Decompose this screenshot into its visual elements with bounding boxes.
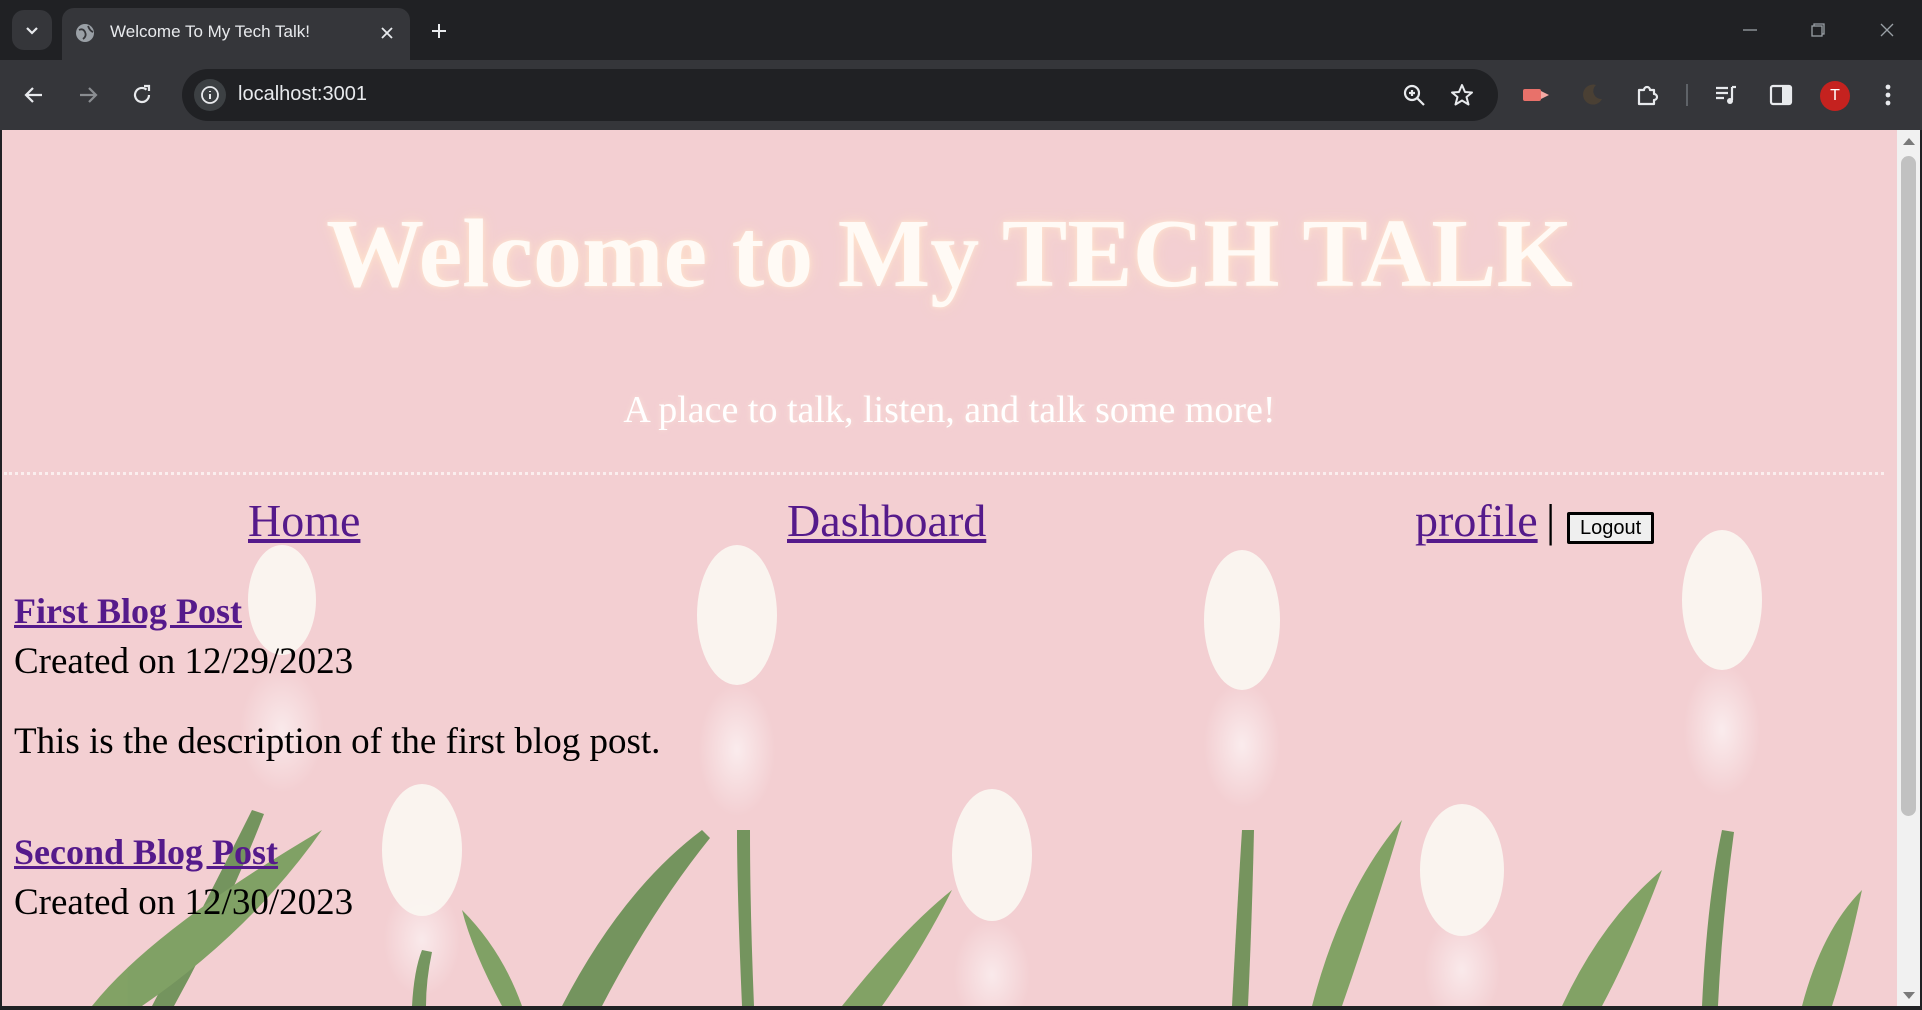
post-description: This is the description of the first blo… bbox=[14, 721, 661, 762]
blog-post: First Blog Post Created on 12/29/2023 Th… bbox=[14, 590, 1214, 762]
chevron-down-icon bbox=[26, 27, 38, 35]
tab-strip: Welcome To My Tech Talk! bbox=[0, 0, 1922, 60]
more-menu-button[interactable] bbox=[1870, 77, 1906, 113]
browser-toolbar: localhost:3001 T bbox=[0, 60, 1922, 130]
restore-icon bbox=[1811, 23, 1825, 37]
profile-avatar[interactable]: T bbox=[1820, 81, 1850, 111]
reload-icon bbox=[133, 84, 151, 104]
restore-button[interactable] bbox=[1793, 10, 1843, 50]
media-icon bbox=[1716, 85, 1736, 104]
nav-link-dashboard[interactable]: Dashboard bbox=[787, 494, 986, 547]
tab-search-button[interactable] bbox=[12, 10, 52, 50]
post-title-link[interactable]: First Blog Post bbox=[14, 591, 242, 631]
page-title: Welcome to My TECH TALK bbox=[326, 200, 1573, 308]
dark-mode-extension-button[interactable] bbox=[1574, 77, 1610, 113]
back-icon bbox=[24, 87, 42, 103]
puzzle-icon bbox=[1637, 85, 1659, 106]
post-title-link[interactable]: Second Blog Post bbox=[14, 832, 278, 872]
toolbar-separator bbox=[1686, 84, 1688, 106]
side-panel-button[interactable] bbox=[1763, 77, 1799, 113]
nav-link-home[interactable]: Home bbox=[248, 494, 360, 547]
header-divider bbox=[4, 472, 1884, 475]
page-subtitle: A place to talk, listen, and talk some m… bbox=[623, 389, 1276, 431]
forward-icon bbox=[80, 87, 98, 103]
page-viewport: Welcome to My TECH TALK A place to talk,… bbox=[2, 130, 1897, 1006]
scrollbar-thumb[interactable] bbox=[1901, 156, 1916, 816]
post-created-date: Created on 12/30/2023 bbox=[14, 882, 354, 923]
minimize-button[interactable] bbox=[1725, 10, 1775, 50]
zoom-button[interactable] bbox=[1400, 81, 1428, 109]
logout-button[interactable]: Logout bbox=[1567, 512, 1655, 544]
info-icon bbox=[201, 86, 219, 104]
zoom-icon bbox=[1403, 84, 1425, 106]
forward-button[interactable] bbox=[68, 75, 108, 115]
extension-icon bbox=[1523, 89, 1549, 101]
browser-tab[interactable]: Welcome To My Tech Talk! bbox=[62, 8, 410, 60]
post-created-date: Created on 12/29/2023 bbox=[14, 641, 354, 682]
tab-title: Welcome To My Tech Talk! bbox=[110, 22, 310, 41]
page-scrollbar[interactable] bbox=[1897, 130, 1920, 1006]
extensions-button[interactable] bbox=[1630, 77, 1666, 113]
scroll-up-arrow[interactable] bbox=[1903, 138, 1915, 145]
minimize-icon bbox=[1743, 29, 1757, 31]
moon-icon bbox=[1583, 84, 1602, 105]
media-control-button[interactable] bbox=[1708, 77, 1744, 113]
nav-link-profile[interactable]: profile bbox=[1415, 494, 1538, 547]
close-tab-button[interactable] bbox=[374, 20, 400, 46]
back-button[interactable] bbox=[14, 75, 54, 115]
window-close-button[interactable] bbox=[1862, 10, 1912, 50]
scroll-down-arrow[interactable] bbox=[1903, 992, 1915, 999]
globe-icon bbox=[76, 24, 94, 42]
extension-button[interactable] bbox=[1518, 77, 1554, 113]
new-tab-button[interactable] bbox=[424, 16, 454, 46]
blog-post: Second Blog Post Created on 12/30/2023 bbox=[14, 831, 1214, 923]
bookmark-button[interactable] bbox=[1448, 81, 1476, 109]
side-panel-icon bbox=[1769, 84, 1793, 106]
plus-icon bbox=[432, 24, 446, 38]
address-bar[interactable]: localhost:3001 bbox=[182, 69, 1498, 121]
site-info-button[interactable] bbox=[194, 79, 226, 111]
more-menu-icon bbox=[1885, 84, 1891, 106]
close-icon bbox=[381, 27, 393, 39]
star-icon bbox=[1451, 84, 1473, 106]
reload-button[interactable] bbox=[122, 75, 162, 115]
url-text[interactable]: localhost:3001 bbox=[238, 83, 367, 106]
window-close-icon bbox=[1880, 23, 1894, 37]
nav-separator: | bbox=[1546, 495, 1556, 546]
